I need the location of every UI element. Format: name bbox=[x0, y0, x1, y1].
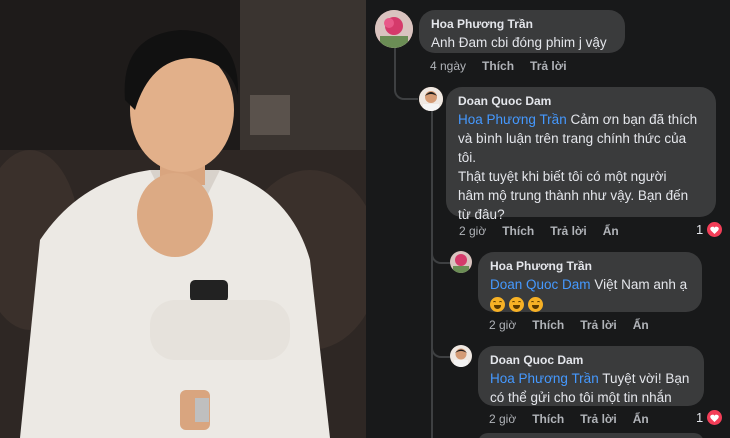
comment-actions: 2 giờ Thích Trả lời Ẩn bbox=[489, 318, 649, 332]
like-button[interactable]: Thích bbox=[532, 412, 564, 426]
comment-text: Cảm ơn bạn đã thích bbox=[570, 112, 698, 127]
comment-time[interactable]: 2 giờ bbox=[489, 318, 516, 332]
avatar[interactable] bbox=[419, 87, 443, 111]
comment-author[interactable]: Doan Quoc Dam bbox=[490, 353, 692, 367]
like-button[interactable]: Thích bbox=[482, 59, 514, 73]
thread-connector bbox=[431, 248, 451, 264]
comment-author[interactable]: Doan Quoc Dam bbox=[458, 94, 704, 108]
comment-bubble: Hoa Phương Trần Anh Đam cbi đóng phim j … bbox=[419, 10, 625, 53]
reply-button[interactable]: Trả lời bbox=[580, 412, 617, 426]
comment-time[interactable]: 2 giờ bbox=[489, 412, 516, 426]
reply-button[interactable]: Trả lời bbox=[580, 318, 617, 332]
like-button[interactable]: Thích bbox=[502, 224, 534, 238]
avatar[interactable] bbox=[450, 345, 472, 367]
hide-button[interactable]: Ẩn bbox=[633, 412, 649, 426]
comment-text: Việt Nam anh ạ bbox=[594, 277, 688, 292]
comment-text: tôi. bbox=[458, 150, 477, 165]
rolling-laughing-emoji-icon bbox=[490, 296, 505, 312]
mention-link[interactable]: Hoa Phương Trần bbox=[458, 112, 567, 127]
hide-button[interactable]: Ẩn bbox=[603, 224, 619, 238]
comment-author[interactable]: Hoa Phương Trần bbox=[431, 17, 613, 31]
reaction-number: 1 bbox=[696, 222, 704, 237]
thread-connector bbox=[431, 342, 451, 358]
reply-button[interactable]: Trả lời bbox=[550, 224, 587, 238]
comment-actions: 2 giờ Thích Trả lời Ẩn bbox=[459, 224, 619, 238]
reaction-number: 1 bbox=[696, 410, 704, 425]
rolling-laughing-emoji-icon bbox=[509, 296, 524, 312]
thread-line bbox=[394, 48, 396, 88]
hide-button[interactable]: Ẩn bbox=[633, 318, 649, 332]
mention-link[interactable]: Hoa Phương Trần bbox=[490, 371, 599, 386]
comment-text: Tuyệt vời! Bạn bbox=[602, 371, 690, 386]
comment-bubble: Doan Quoc Dam Hoa Phương Trần Cảm ơn bạn… bbox=[446, 87, 716, 222]
comment-text: và bình luận trên trang chính thức của bbox=[458, 131, 687, 146]
avatar[interactable] bbox=[450, 251, 472, 273]
comment-section: Hoa Phương Trần Anh Đam cbi đóng phim j … bbox=[366, 0, 730, 438]
reply-button[interactable]: Trả lời bbox=[530, 59, 567, 73]
heart-icon bbox=[706, 221, 724, 238]
reaction-count[interactable]: 1 bbox=[696, 221, 724, 238]
heart-icon bbox=[706, 409, 724, 426]
like-button[interactable]: Thích bbox=[532, 318, 564, 332]
comment-text: có thể gửi cho tôi một tin nhắn bbox=[490, 390, 672, 405]
comment-time[interactable]: 4 ngày bbox=[430, 59, 466, 73]
comment-text: Anh Đam cbi đóng phim j vậy bbox=[431, 35, 607, 50]
avatar[interactable] bbox=[375, 10, 413, 48]
comment-actions: 4 ngày Thích Trả lời bbox=[430, 59, 567, 73]
mention-link[interactable]: Doan Quoc Dam bbox=[490, 277, 591, 292]
comment-text: từ đâu? bbox=[458, 207, 505, 222]
comment-time[interactable]: 2 giờ bbox=[459, 224, 486, 238]
rolling-laughing-emoji-icon bbox=[528, 296, 543, 312]
comment-bubble: Doan Quoc Dam Hoa Phương Trần Tuyệt vời!… bbox=[478, 346, 704, 406]
thread-line bbox=[431, 110, 433, 438]
comment-text: Thật tuyệt khi biết tôi có một người bbox=[458, 169, 667, 184]
comment-bubble: Hoa Phương Trần Doan Quoc Dam Việt Nam a… bbox=[478, 252, 702, 312]
comment-author[interactable]: Hoa Phương Trần bbox=[490, 259, 690, 273]
thread-connector bbox=[394, 84, 418, 100]
comment-bubble-partial bbox=[478, 433, 704, 438]
actor-photo bbox=[0, 0, 366, 438]
reaction-count[interactable]: 1 bbox=[696, 409, 724, 426]
comment-actions: 2 giờ Thích Trả lời Ẩn bbox=[489, 412, 649, 426]
comment-text: hâm mộ trung thành như vậy. Bạn đến bbox=[458, 188, 689, 203]
